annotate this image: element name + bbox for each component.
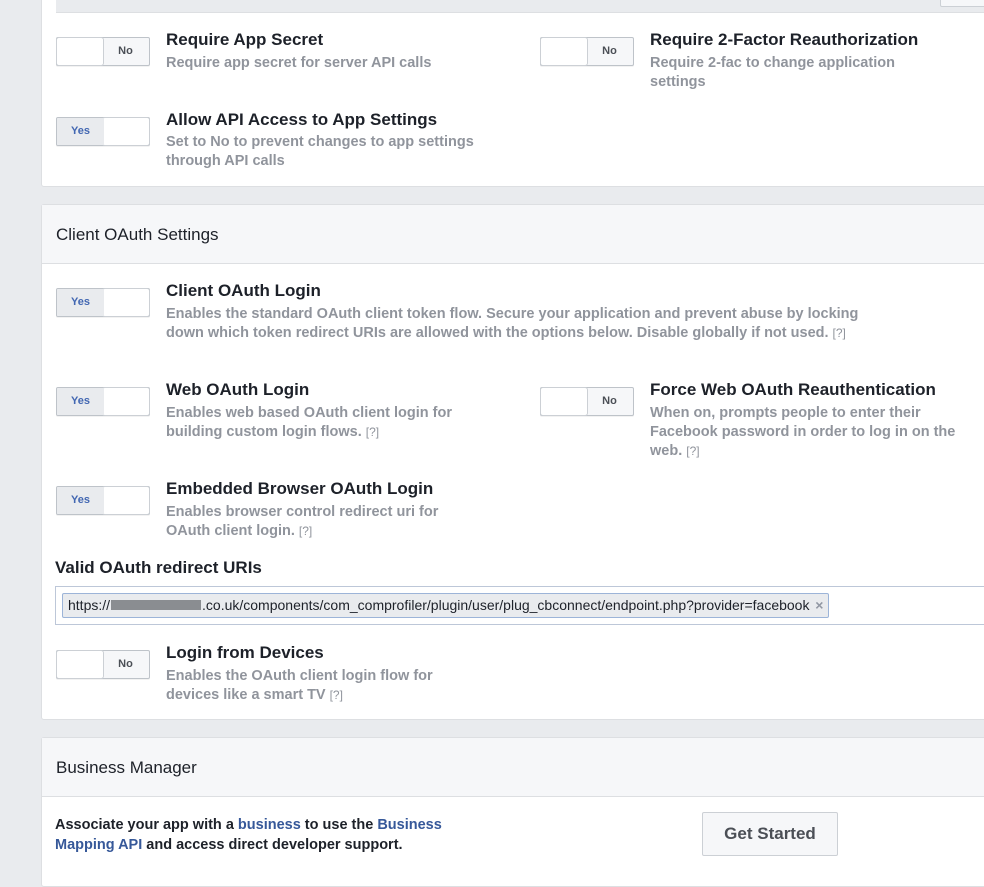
login-from-devices-title: Login from Devices	[166, 643, 324, 662]
help-link[interactable]: [?]	[833, 326, 846, 340]
embedded-browser-oauth-desc: Enables browser control redirect uri for…	[166, 503, 476, 541]
panel-header: Business Manager	[42, 738, 984, 797]
redirect-uri-token[interactable]: https:// .co.uk/components/com_comprofile…	[62, 593, 830, 618]
client-oauth-login-title: Client OAuth Login	[166, 281, 321, 300]
allow-api-access-title: Allow API Access to App Settings	[166, 110, 438, 129]
toggle-knob	[541, 38, 587, 65]
redirect-uris-input[interactable]: https:// .co.uk/components/com_comprofile…	[55, 586, 984, 625]
desc-text: Enables the OAuth client login flow for …	[166, 668, 433, 703]
section-title: Client OAuth Settings	[56, 225, 219, 244]
client-oauth-login-toggle[interactable]: Yes	[56, 288, 150, 317]
help-link[interactable]: [?]	[299, 524, 312, 538]
business-link[interactable]: business	[238, 817, 301, 833]
text-part: Associate your app with a	[55, 817, 238, 833]
client-oauth-login-desc: Enables the standard OAuth client token …	[166, 305, 886, 343]
require-app-secret-title: Require App Secret	[166, 30, 324, 49]
redacted-domain	[111, 600, 202, 611]
toggle-value: Yes	[57, 388, 104, 415]
login-from-devices-desc: Enables the OAuth client login flow for …	[166, 667, 476, 705]
require-2fa-toggle[interactable]: No	[540, 37, 634, 66]
business-manager-panel: Business Manager	[41, 737, 984, 887]
toggle-value: Yes	[57, 118, 104, 145]
uri-prefix: https://	[68, 597, 111, 613]
toggle-knob	[103, 118, 149, 145]
toggle-value: No	[118, 45, 133, 57]
text-part: and access direct developer support.	[142, 837, 403, 853]
business-manager-text: Associate your app with a business to us…	[55, 815, 495, 855]
allow-api-access-desc: Set to No to prevent changes to app sett…	[166, 134, 474, 169]
panel-top-band	[56, 0, 984, 13]
toggle-knob	[541, 388, 587, 415]
get-started-button[interactable]: Get Started	[702, 812, 838, 856]
toggle-knob	[103, 388, 149, 415]
toggle-value: Yes	[57, 487, 104, 514]
text-part: to use the	[300, 817, 378, 833]
embedded-browser-oauth-title: Embedded Browser OAuth Login	[166, 479, 434, 498]
web-oauth-login-title: Web OAuth Login	[166, 380, 310, 399]
partial-button[interactable]	[940, 0, 984, 7]
force-web-oauth-reauth-toggle[interactable]: No	[540, 387, 634, 416]
embedded-browser-oauth-toggle[interactable]: Yes	[56, 486, 150, 515]
web-oauth-login-desc: Enables web based OAuth client login for…	[166, 404, 466, 442]
toggle-value: No	[602, 45, 617, 57]
force-web-oauth-reauth-title: Force Web OAuth Reauthentication	[650, 380, 936, 399]
help-link[interactable]: [?]	[330, 688, 343, 702]
toggle-knob	[57, 651, 103, 678]
desc-text: Enables the standard OAuth client token …	[166, 306, 859, 341]
help-link[interactable]: [?]	[686, 444, 699, 458]
uri-suffix: .co.uk/components/com_comprofiler/plugin…	[202, 597, 810, 613]
login-from-devices-toggle[interactable]: No	[56, 650, 150, 679]
desc-text: Enables web based OAuth client login for…	[166, 405, 453, 440]
toggle-knob	[103, 289, 149, 316]
toggle-value: No	[602, 395, 617, 407]
redirect-uris-label: Valid OAuth redirect URIs	[55, 558, 262, 577]
panel-header: Client OAuth Settings	[42, 205, 984, 264]
help-link[interactable]: [?]	[366, 425, 379, 439]
toggle-knob	[103, 487, 149, 514]
force-web-oauth-reauth-desc: When on, prompts people to enter their F…	[650, 404, 960, 461]
toggle-knob	[57, 38, 103, 65]
section-title: Business Manager	[56, 758, 197, 777]
require-app-secret-toggle[interactable]: No	[56, 37, 150, 66]
require-app-secret-desc: Require app secret for server API calls	[166, 55, 432, 71]
require-2fa-desc: Require 2-fac to change application sett…	[650, 55, 895, 90]
toggle-value: No	[118, 658, 133, 670]
require-2fa-title: Require 2-Factor Reauthorization	[650, 30, 919, 49]
web-oauth-login-toggle[interactable]: Yes	[56, 387, 150, 416]
toggle-value: Yes	[57, 289, 104, 316]
allow-api-access-toggle[interactable]: Yes	[56, 117, 150, 146]
remove-uri-icon[interactable]: ×	[815, 594, 823, 617]
